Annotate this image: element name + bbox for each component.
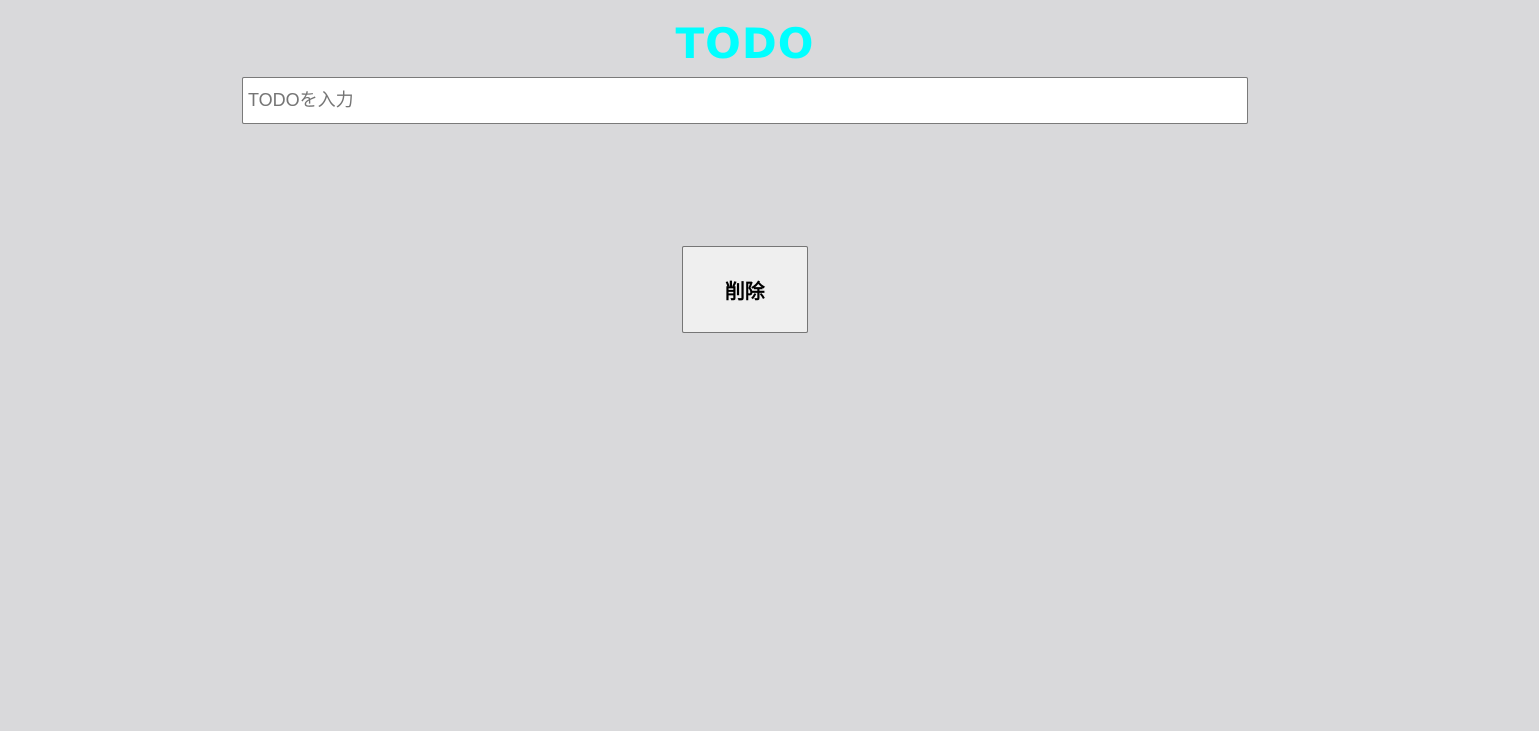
todo-input[interactable] [242, 77, 1248, 124]
delete-button[interactable]: 削除 [682, 246, 808, 333]
todo-app: TODO 削除 [0, 0, 1539, 731]
page-title: TODO [675, 19, 815, 68]
